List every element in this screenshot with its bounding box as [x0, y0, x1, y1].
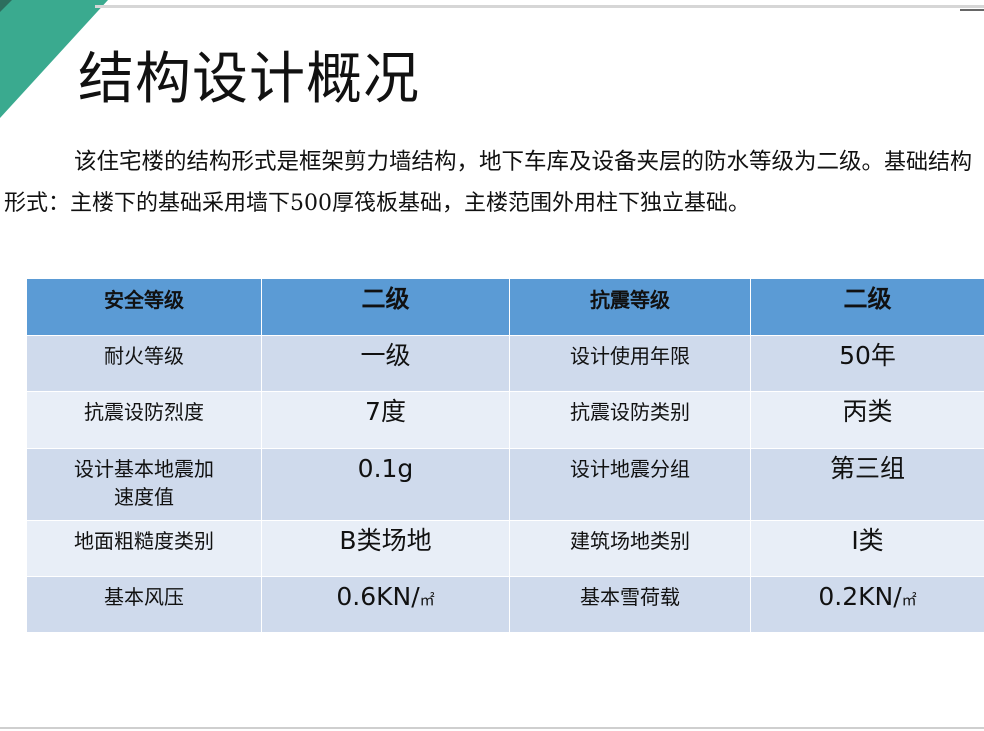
table-value-cell: B类场地 [261, 520, 510, 577]
top-rule-accent [960, 9, 984, 11]
page-title: 结构设计概况 [78, 47, 420, 112]
table-row: 耐火等级 一级 设计使用年限 50年 [26, 335, 984, 392]
table-value-cell: 0.6KN/㎡ [261, 576, 510, 633]
table-row: 基本风压 0.6KN/㎡ 基本雪荷载 0.2KN/㎡ [26, 576, 984, 633]
table-label-cell: 建筑场地类别 [509, 520, 751, 577]
table-label-cell: 设计地震分组 [509, 448, 751, 521]
unit-square-meter: ㎡ [901, 591, 917, 609]
table-row: 设计基本地震加速度值 0.1g 设计地震分组 第三组 [26, 448, 984, 521]
table-label-cell: 基本雪荷载 [509, 576, 751, 633]
intro-paragraph: 该住宅楼的结构形式是框架剪力墙结构，地下车库及设备夹层的防水等级为二级。基础结构… [4, 142, 982, 224]
table-value-cell: 一级 [261, 335, 510, 392]
table-label-cell: 设计使用年限 [509, 335, 751, 392]
table-value-cell: 7度 [261, 391, 510, 449]
unit-square-meter: ㎡ [419, 591, 435, 609]
table-label-cell: 抗震设防类别 [509, 391, 751, 449]
table-value-cell: 第三组 [750, 448, 984, 521]
table-row: 抗震设防烈度 7度 抗震设防类别 丙类 [26, 391, 984, 449]
table-value-cell: 丙类 [750, 391, 984, 449]
table-label-cell: 抗震设防烈度 [26, 391, 262, 449]
table-row: 地面粗糙度类别 B类场地 建筑场地类别 Ⅰ类 [26, 520, 984, 577]
snow-load-value: 0.2KN/ [818, 582, 902, 611]
intro-text-1: 该住宅楼的结构形式是框架剪力墙结构，地下车库及设备夹层的防水等级为二级。 [74, 149, 885, 175]
table-value-cell: Ⅰ类 [750, 520, 984, 577]
table-header-cell: 二级 [261, 278, 510, 336]
design-parameters-table: 安全等级 二级 抗震等级 二级 耐火等级 一级 设计使用年限 50年 抗震设防烈… [26, 278, 984, 633]
slide: 结构设计概况 该住宅楼的结构形式是框架剪力墙结构，地下车库及设备夹层的防水等级为… [0, 0, 984, 731]
table-header-cell: 二级 [750, 278, 984, 336]
table-label-cell: 设计基本地震加速度值 [26, 448, 262, 521]
table-header-cell: 安全等级 [26, 278, 262, 336]
table-value-cell: 0.2KN/㎡ [750, 576, 984, 633]
table-label-cell: 地面粗糙度类别 [26, 520, 262, 577]
table-header-row: 安全等级 二级 抗震等级 二级 [26, 278, 984, 336]
wind-pressure-value: 0.6KN/ [336, 582, 420, 611]
table-value-cell: 0.1g [261, 448, 510, 521]
bottom-rule [0, 727, 984, 729]
table-value-cell: 50年 [750, 335, 984, 392]
table-label-text: 设计基本地震加速度值 [74, 457, 214, 509]
table-header-cell: 抗震等级 [509, 278, 751, 336]
table-label-cell: 基本风压 [26, 576, 262, 633]
table-label-cell: 耐火等级 [26, 335, 262, 392]
top-rule [95, 5, 984, 8]
